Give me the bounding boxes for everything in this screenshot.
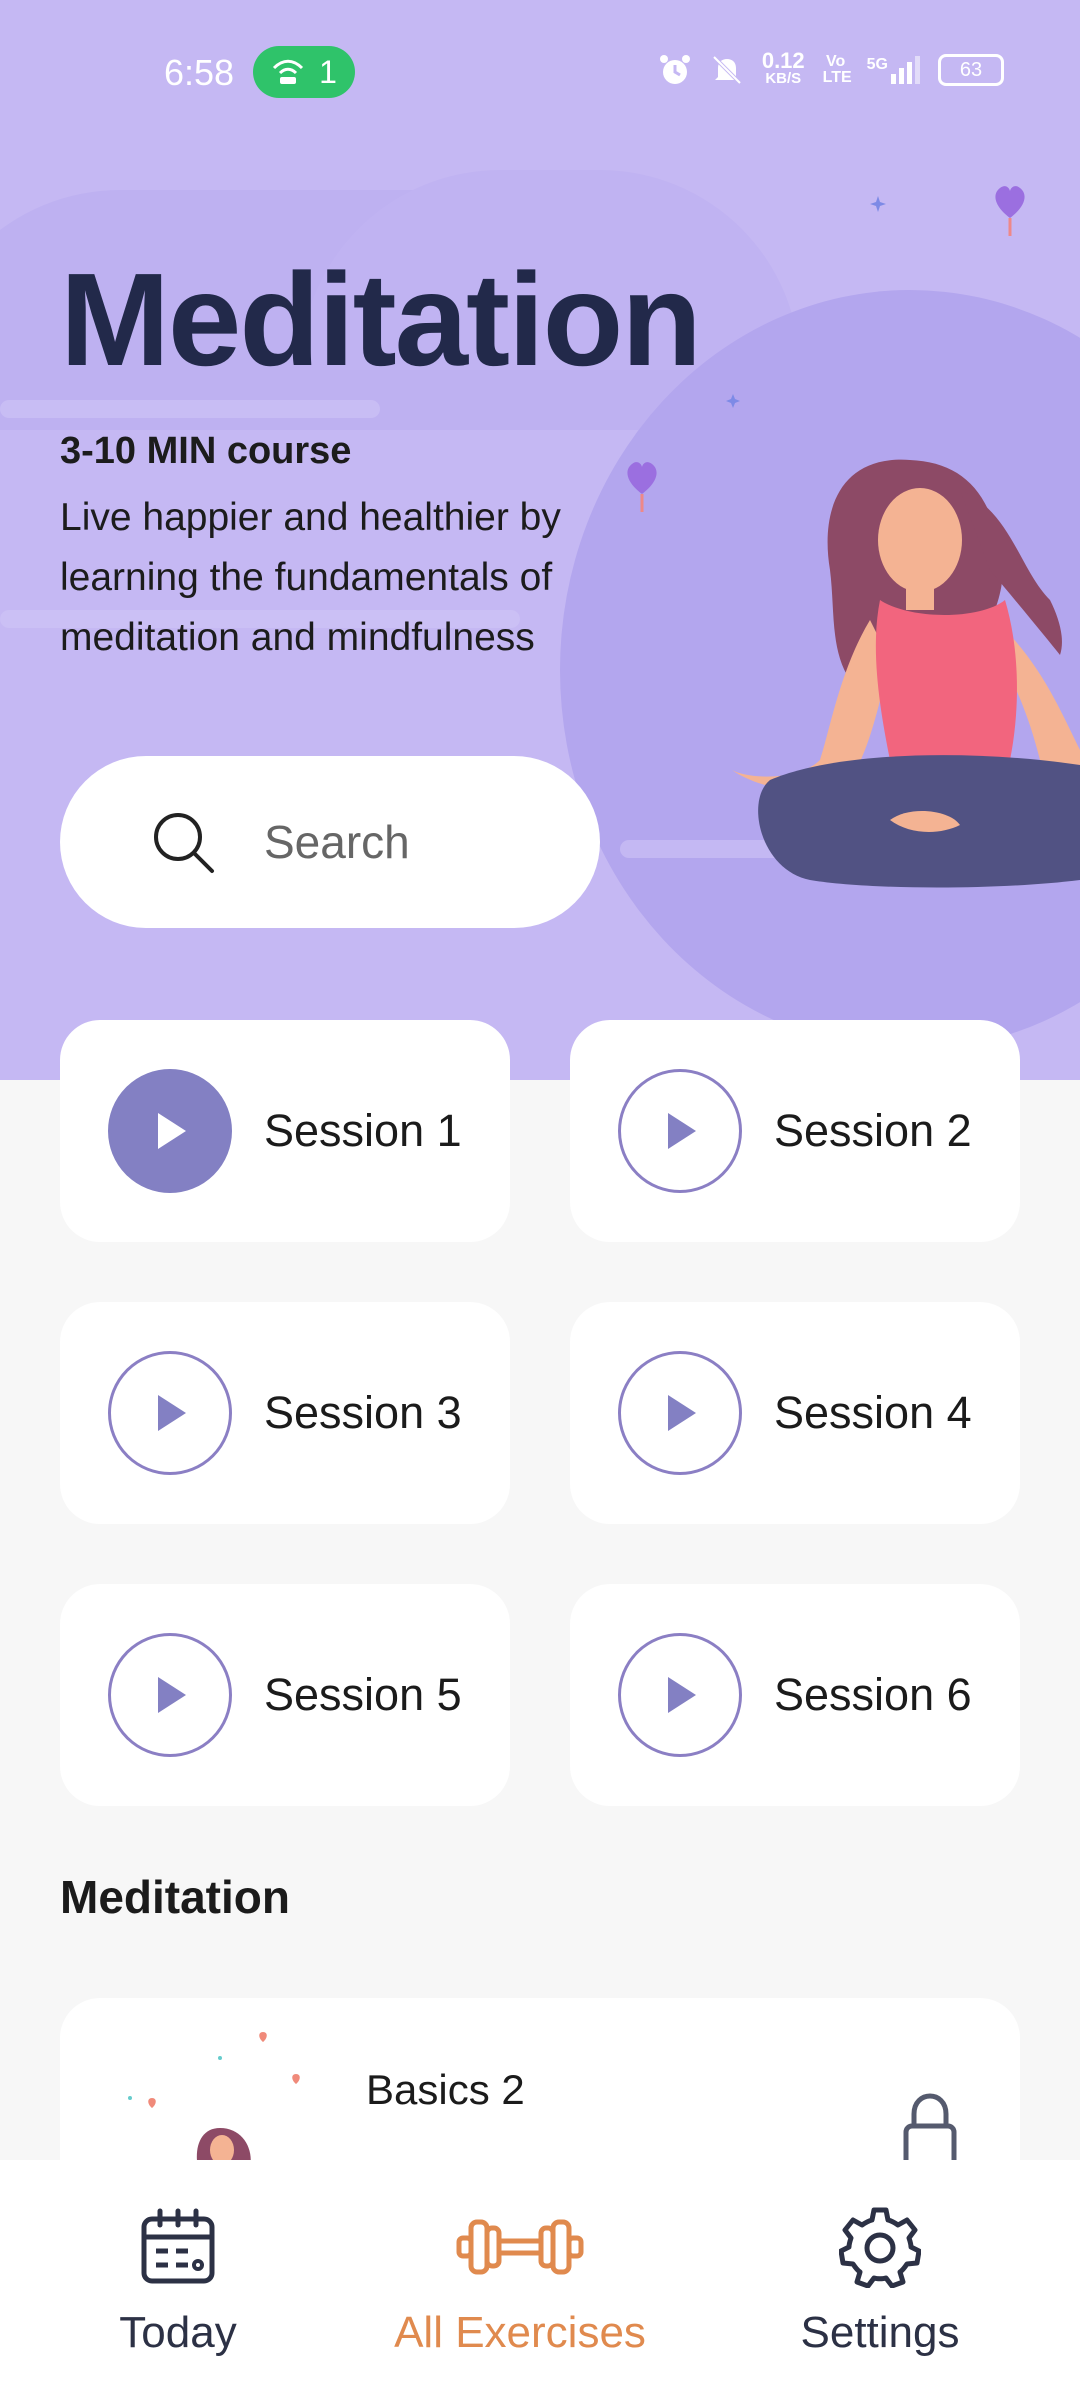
search-bar[interactable]: Search (60, 756, 600, 928)
play-icon (668, 1113, 696, 1149)
play-button[interactable] (618, 1633, 742, 1757)
session-label: Session 5 (264, 1669, 462, 1720)
alarm-icon (659, 55, 690, 84)
session-card-3[interactable]: Session 3 (60, 1302, 510, 1524)
play-icon (158, 1677, 186, 1713)
course-duration: 3-10 MIN course (60, 430, 352, 472)
gear-icon (839, 2207, 921, 2288)
course-description: Live happier and healthier by learning t… (60, 496, 561, 659)
play-button[interactable] (108, 1069, 232, 1193)
play-icon (668, 1677, 696, 1713)
search-icon (154, 813, 214, 873)
nav-settings[interactable]: Settings (730, 2160, 1030, 2400)
play-icon (158, 1395, 186, 1431)
net-speed: 0.12 KB/S (761, 48, 805, 88)
nav-today[interactable]: Today (28, 2160, 328, 2400)
calendar-icon (141, 2208, 215, 2284)
meditating-woman-illustration (732, 459, 1080, 888)
signal-icon: 5G (867, 56, 920, 84)
dumbbell-icon (456, 2219, 584, 2275)
session-card-4[interactable]: Session 4 (570, 1302, 1020, 1524)
play-icon (158, 1113, 186, 1149)
session-card-5[interactable]: Session 5 (60, 1584, 510, 1806)
battery-icon: 63 (938, 54, 1004, 86)
session-label: Session 6 (774, 1669, 972, 1720)
play-button[interactable] (108, 1633, 232, 1757)
bell-muted-icon (712, 55, 742, 85)
session-card-6[interactable]: Session 6 (570, 1584, 1020, 1806)
play-button[interactable] (618, 1069, 742, 1193)
exercise-title: Basics 2 (366, 2066, 525, 2113)
session-label: Session 4 (774, 1387, 972, 1438)
status-bar: 6:58 1 0.12 KB/S Vo LTE 5G 63 (0, 0, 1080, 140)
bottom-navigation: Today All Exercises Settings (0, 2160, 1080, 2400)
nav-all-exercises[interactable]: All Exercises (370, 2160, 670, 2400)
hotspot-icon (273, 59, 304, 84)
play-button[interactable] (618, 1351, 742, 1475)
sparkle-icon (726, 394, 740, 408)
section-title: Meditation (60, 1871, 290, 1923)
session-card-1[interactable]: Session 1 (60, 1020, 510, 1242)
page-title: Meditation (60, 246, 702, 393)
status-time: 6:58 (164, 52, 235, 93)
hotspot-count: 1 (319, 53, 337, 90)
lock-icon (903, 2093, 957, 2169)
status-icons: 0.12 KB/S Vo LTE 5G 63 (658, 48, 1004, 88)
session-label: Session 1 (264, 1105, 462, 1156)
nav-today-label: Today (119, 2308, 237, 2357)
background-stripe (0, 400, 380, 418)
sparkle-icon (870, 196, 886, 212)
hero-banner: 6:58 1 0.12 KB/S Vo LTE 5G 63 Meditation… (0, 0, 1080, 1080)
nav-all-exercises-label: All Exercises (394, 2308, 646, 2357)
search-placeholder: Search (264, 816, 410, 868)
hotspot-badge: 1 (253, 46, 355, 98)
session-label: Session 3 (264, 1387, 462, 1438)
heart-balloon-icon (995, 186, 1025, 236)
session-card-2[interactable]: Session 2 (570, 1020, 1020, 1242)
volte-indicator: Vo LTE (822, 53, 852, 86)
play-button[interactable] (108, 1351, 232, 1475)
session-label: Session 2 (774, 1105, 972, 1156)
play-icon (668, 1395, 696, 1431)
nav-settings-label: Settings (800, 2308, 960, 2357)
